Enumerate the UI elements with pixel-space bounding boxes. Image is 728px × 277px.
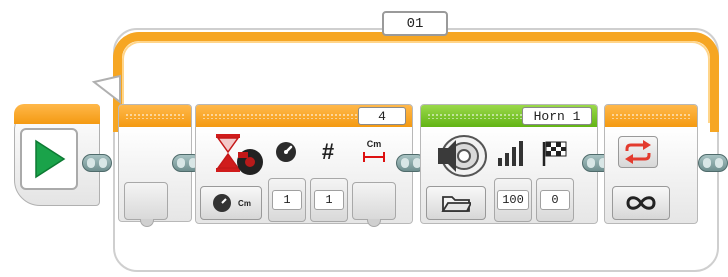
loop-mode-button[interactable] — [612, 186, 670, 220]
mode-unit-label: Cm — [238, 198, 251, 208]
sequence-connector[interactable] — [82, 154, 112, 172]
loop-repeat-icon-button[interactable] — [618, 136, 658, 168]
speed-gauge-icon — [276, 142, 296, 162]
loop-start-socket — [124, 182, 168, 220]
speed-value[interactable]: 1 — [272, 190, 302, 210]
sound-file-field[interactable]: Horn 1 — [522, 107, 592, 125]
loop-repeat-icon — [625, 140, 651, 164]
volume-value[interactable]: 100 — [497, 190, 529, 210]
loop-arrow-head-icon — [91, 74, 121, 105]
play-icon — [35, 139, 66, 179]
speaker-icon — [438, 135, 487, 177]
hourglass-motor-icon — [216, 134, 263, 175]
folder-icon — [441, 196, 471, 212]
volume-bars-icon — [498, 141, 523, 166]
hash-icon: # — [321, 139, 335, 164]
loop-end-header — [605, 105, 697, 127]
start-block-header — [14, 104, 100, 124]
move-mode-button[interactable]: Cm — [200, 186, 262, 220]
distance-cm-icon: Cm — [360, 138, 388, 168]
rotation-cm-icon — [213, 194, 232, 212]
loop-start-header — [119, 105, 191, 127]
distance-socket — [352, 182, 396, 220]
count-value[interactable]: 1 — [314, 190, 344, 210]
checkered-flag-icon — [542, 141, 567, 166]
sequence-connector[interactable] — [698, 154, 728, 172]
start-play-button[interactable] — [20, 128, 78, 190]
sound-mode-button[interactable] — [426, 186, 486, 220]
infinity-icon — [626, 196, 656, 210]
distance-unit-label: Cm — [366, 139, 382, 149]
play-type-value[interactable]: 0 — [540, 190, 570, 210]
move-port-field[interactable]: 4 — [358, 107, 406, 125]
loop-name-field[interactable]: 01 — [382, 11, 448, 36]
